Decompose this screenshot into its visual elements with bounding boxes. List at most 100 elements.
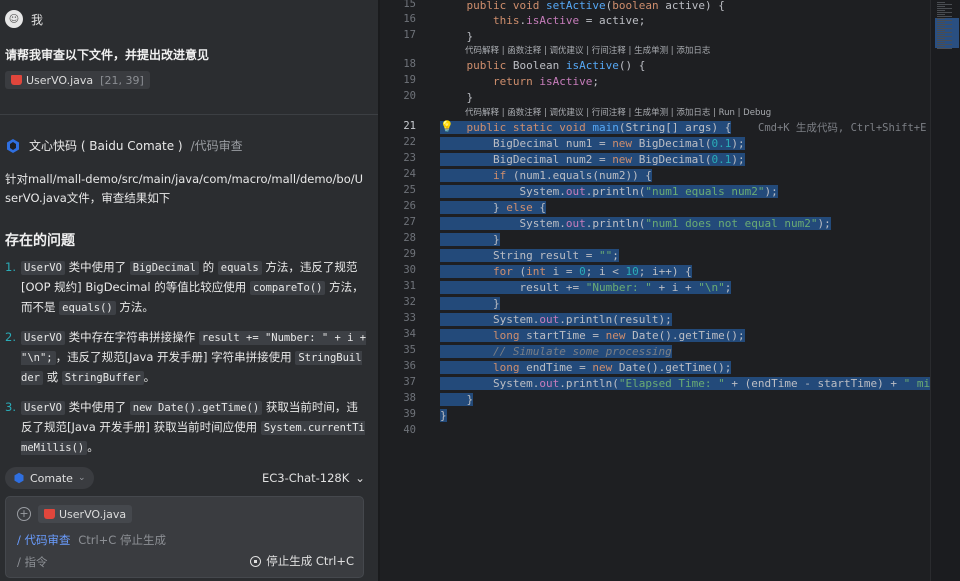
code-line[interactable]: // Simulate some processing: [440, 344, 672, 360]
lightbulb-icon[interactable]: 💡: [440, 120, 454, 133]
model-selector[interactable]: EC3-Chat-128K ⌄: [262, 471, 365, 485]
issue-code: StringBuffer: [61, 371, 144, 385]
code-line[interactable]: }: [440, 29, 473, 45]
code-line[interactable]: System.out.println("num1 equals num2");: [440, 184, 778, 200]
line-number: 21: [403, 120, 416, 132]
attached-file-chip[interactable]: UserVO.java [21, 39]: [5, 71, 150, 89]
mode-selector[interactable]: Comate ⌄: [5, 467, 94, 489]
add-icon[interactable]: +: [17, 507, 31, 521]
issue-segment: 方法。: [115, 300, 154, 314]
code-line[interactable]: for (int i = 0; i < 10; i++) {: [440, 264, 692, 280]
issue-item: 1. UserVO 类中使用了 BigDecimal 的 equals 方法，违…: [5, 258, 367, 318]
code-line[interactable]: }: [440, 232, 500, 248]
issue-segment: 类中使用了: [64, 400, 130, 414]
issue-text: UserVO 类中存在字符串拼接操作 result += "Number: " …: [21, 328, 367, 388]
code-line[interactable]: result += "Number: " + i + "\n";: [440, 280, 732, 296]
minimap-line: [937, 22, 945, 23]
line-number: 17: [403, 29, 416, 41]
issue-code: equals: [217, 261, 262, 275]
attached-file-name: UserVO.java: [26, 73, 94, 87]
issue-code: UserVO: [21, 401, 65, 415]
code-line[interactable]: BigDecimal num2 = new BigDecimal(0.1);: [440, 152, 745, 168]
code-line[interactable]: if (num1.equals(num2)) {: [440, 168, 652, 184]
attached-file-range: [21, 39]: [100, 73, 144, 87]
command-label: / 代码审查: [17, 533, 71, 547]
chat-input-box[interactable]: + UserVO.java / 代码审查 Ctrl+C 停止生成 / 指令 停止…: [5, 496, 364, 578]
minimap-line: [937, 26, 945, 27]
user-name: 我: [31, 12, 44, 27]
line-number: 20: [403, 90, 416, 102]
line-number: 31: [403, 280, 416, 292]
issue-number: 2.: [5, 330, 16, 344]
code-line[interactable]: return isActive;: [440, 74, 599, 90]
code-line[interactable]: long endTime = new Date().getTime();: [440, 360, 732, 376]
code-editor[interactable]: 15 16 17 18 19 20 21 22 23 24 25 26 27 2…: [380, 0, 930, 581]
line-number: 38: [403, 392, 416, 404]
chevron-down-icon: ⌄: [355, 471, 365, 485]
inline-hint: Cmd+K 生成代码, Ctrl+Shift+E: [758, 122, 927, 134]
code-lens[interactable]: 代码解释 | 函数注释 | 调优建议 | 行间注释 | 生成单测 | 添加日志 …: [465, 106, 771, 118]
minimap-line: [937, 4, 952, 5]
line-number: 32: [403, 296, 416, 308]
minimap[interactable]: [930, 0, 960, 581]
issue-code: BigDecimal: [129, 261, 199, 275]
line-number: 39: [403, 408, 416, 420]
code-line[interactable]: }: [440, 90, 473, 106]
java-file-icon: [11, 75, 22, 85]
line-number: 26: [403, 200, 416, 212]
user-message-header: ☺ 我: [5, 10, 43, 28]
minimap-line: [937, 24, 952, 25]
issue-segment: 。: [87, 440, 99, 454]
issues-list: 1. UserVO 类中使用了 BigDecimal 的 equals 方法，违…: [5, 258, 367, 468]
code-line[interactable]: }: [440, 408, 447, 424]
issue-code: new Date().getTime(): [129, 401, 263, 415]
issue-item: 3. UserVO 类中使用了 new Date().getTime() 获取当…: [5, 398, 367, 458]
code-line[interactable]: BigDecimal num1 = new BigDecimal(0.1);: [440, 136, 745, 152]
minimap-line: [937, 16, 952, 17]
command-hint: Ctrl+C 停止生成: [78, 533, 166, 547]
minimap-line: [937, 18, 945, 19]
issue-text: UserVO 类中使用了 new Date().getTime() 获取当前时间…: [21, 398, 367, 458]
review-summary: 针对mall/mall-demo/src/main/java/com/macro…: [5, 172, 364, 205]
line-number: 35: [403, 344, 416, 356]
minimap-line: [937, 46, 945, 47]
line-number: 25: [403, 184, 416, 196]
issue-code: UserVO: [21, 331, 65, 345]
stop-generation-button[interactable]: 停止生成 Ctrl+C: [250, 553, 354, 569]
issues-heading: 存在的问题: [5, 233, 75, 249]
message-divider: [0, 114, 378, 115]
issue-segment: 的: [198, 260, 218, 274]
code-line[interactable]: System.out.println("Elapsed Time: " + (e…: [440, 376, 930, 392]
line-number: 28: [403, 232, 416, 244]
bot-name: 文心快码 ( Baidu Comate ): [29, 139, 183, 153]
code-line[interactable]: this.isActive = active;: [440, 13, 645, 29]
minimap-line: [937, 14, 945, 15]
chevron-down-icon: ⌄: [77, 473, 86, 483]
line-number: 37: [403, 376, 416, 388]
minimap-line: [937, 48, 952, 49]
line-number: 34: [403, 328, 416, 340]
code-line[interactable]: public void setActive(boolean active) {: [440, 0, 725, 14]
code-line[interactable]: } else {: [440, 200, 546, 216]
line-number: 16: [403, 13, 416, 25]
command-prompt-input[interactable]: / 指令: [17, 554, 48, 570]
comate-logo-icon: [7, 138, 19, 153]
line-number: 24: [403, 168, 416, 180]
active-command: / 代码审查 Ctrl+C 停止生成: [17, 532, 166, 548]
code-line[interactable]: }: [440, 392, 474, 408]
minimap-line: [937, 34, 945, 35]
code-line[interactable]: System.out.println("num1 does not equal …: [440, 216, 831, 232]
code-line[interactable]: }: [440, 296, 500, 312]
code-line[interactable]: String result = "";: [440, 248, 619, 264]
code-line[interactable]: long startTime = new Date().getTime();: [440, 328, 745, 344]
minimap-line: [937, 2, 945, 3]
code-line[interactable]: public Boolean isActive() {: [440, 58, 646, 74]
chat-panel: ☺ 我 请帮我审查以下文件，并提出改进意见 UserVO.java [21, 3…: [0, 0, 378, 581]
code-line[interactable]: public static void main(String[] args) {: [440, 120, 732, 136]
issue-text: UserVO 类中使用了 BigDecimal 的 equals 方法，违反了规…: [21, 258, 367, 318]
minimap-line: [937, 30, 945, 31]
code-lens[interactable]: 代码解释 | 函数注释 | 调优建议 | 行间注释 | 生成单测 | 添加日志: [465, 44, 710, 56]
input-file-chip[interactable]: UserVO.java: [38, 505, 133, 523]
code-line[interactable]: System.out.println(result);: [440, 312, 672, 328]
issue-number: 1.: [5, 260, 16, 274]
